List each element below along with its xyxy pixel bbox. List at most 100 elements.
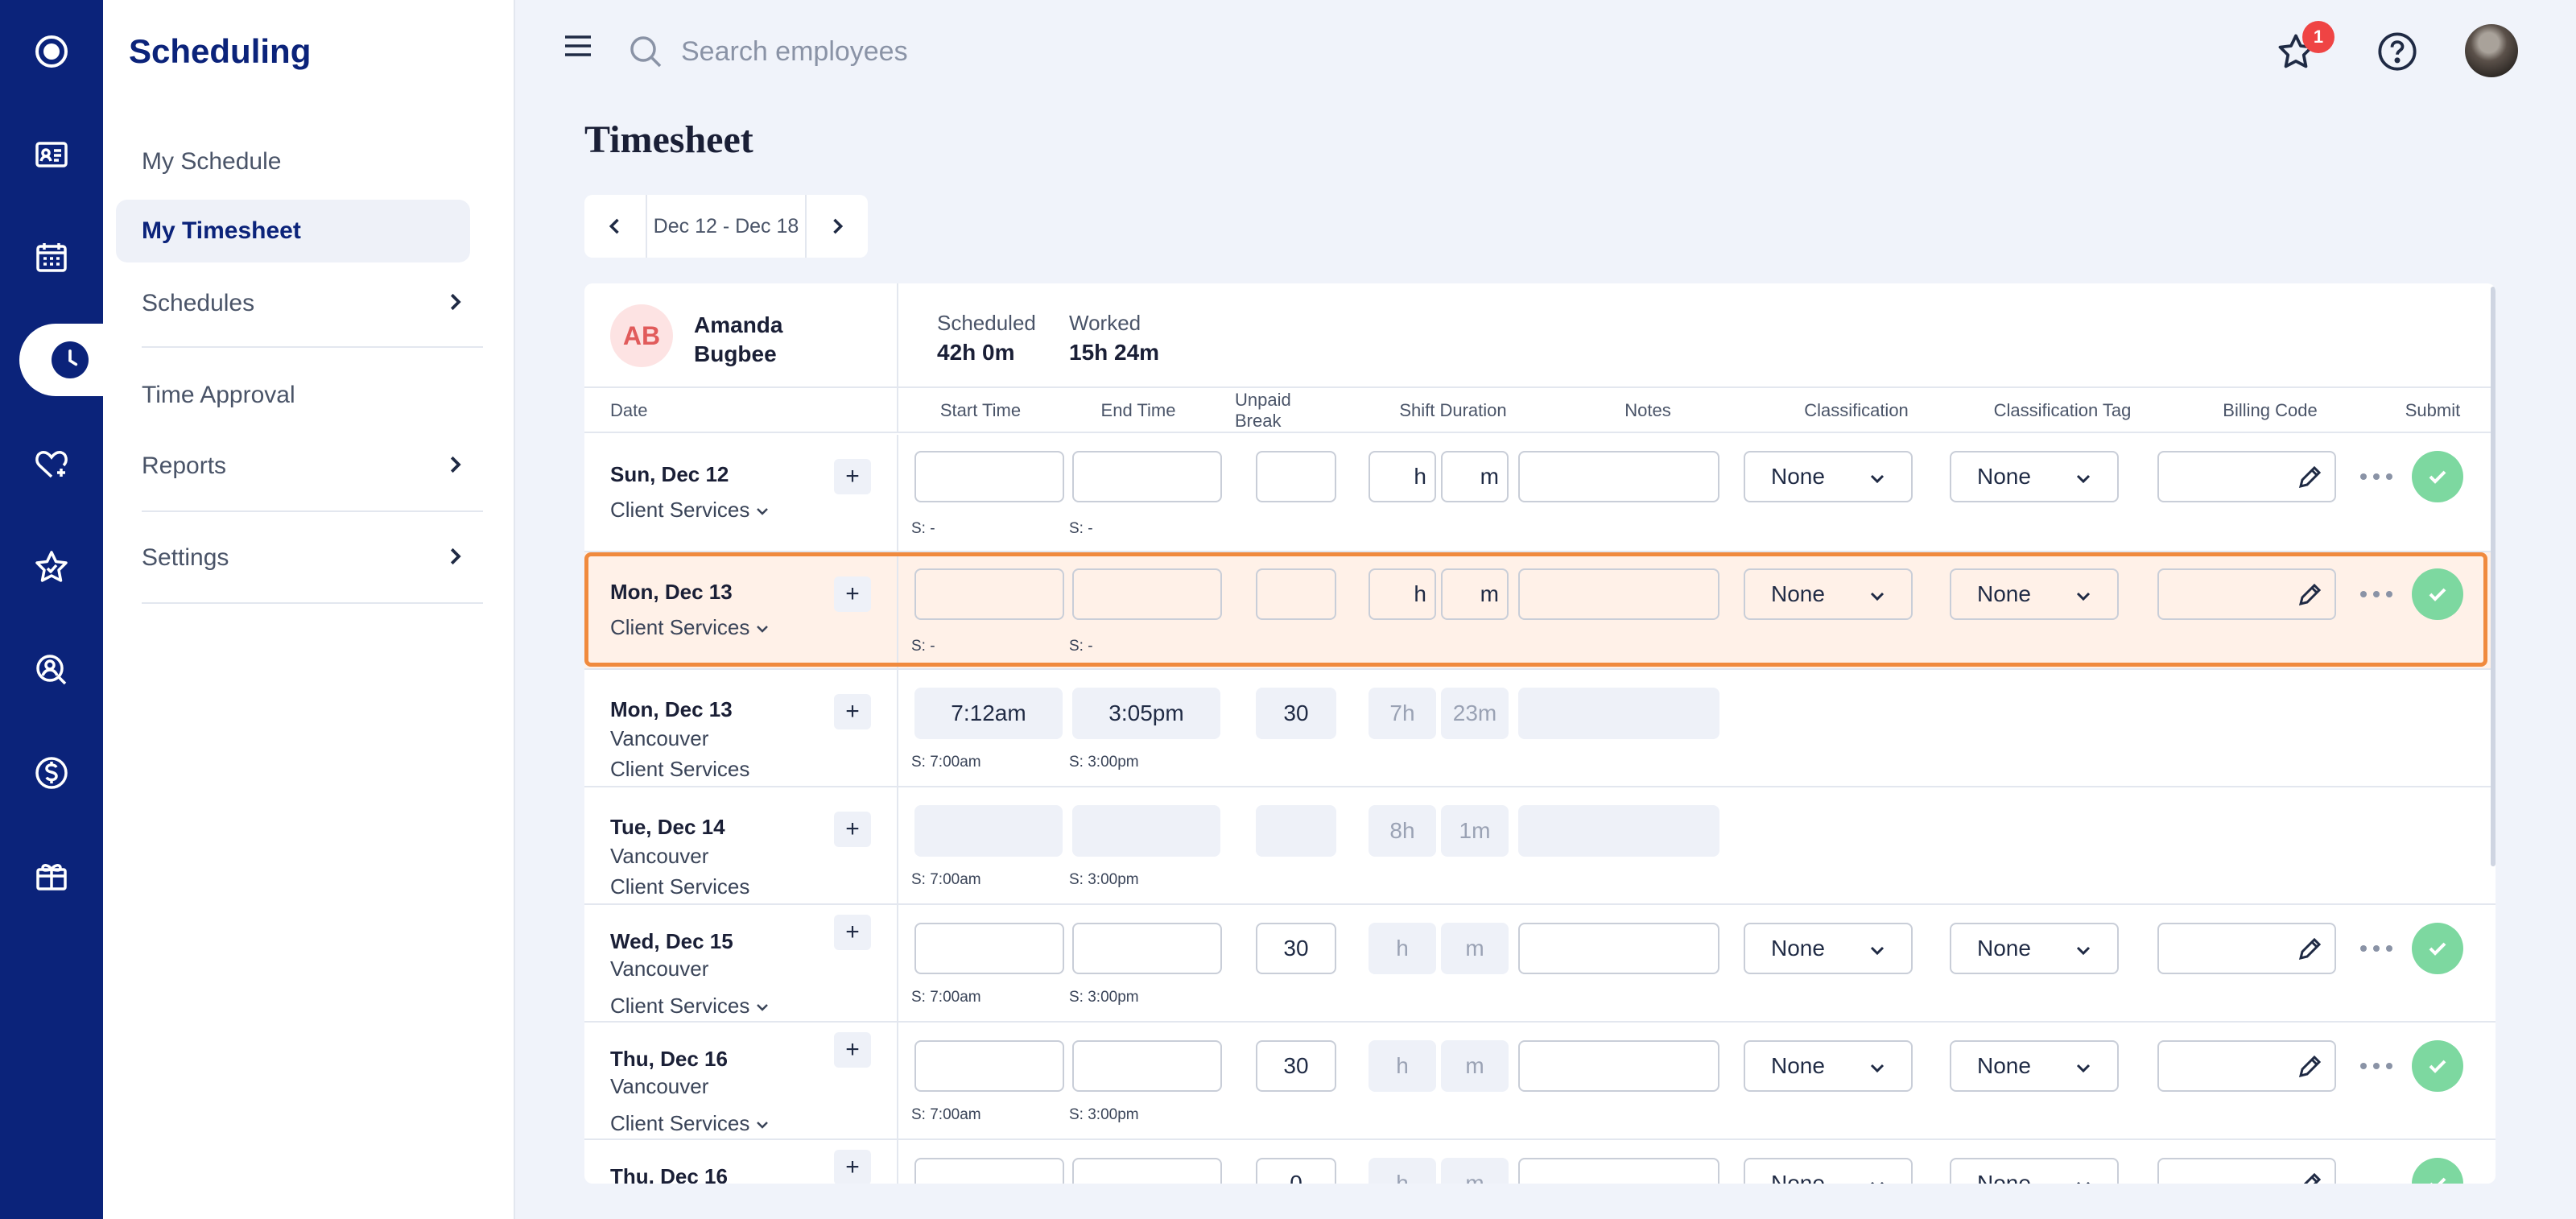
checkmark-icon (2429, 1060, 2446, 1073)
user-search-icon[interactable] (0, 630, 103, 710)
duration-hours-value: 7h (1368, 688, 1436, 739)
start-time-input[interactable] (914, 923, 1064, 974)
start-time-input[interactable] (914, 1158, 1064, 1184)
unpaid-break-input[interactable] (1256, 451, 1336, 502)
add-shift-button[interactable]: + (834, 812, 871, 847)
dollar-icon[interactable] (0, 733, 103, 813)
clock-icon[interactable] (52, 341, 89, 378)
notes-input[interactable] (1518, 923, 1719, 974)
checkmark-icon (2429, 942, 2446, 956)
add-shift-button[interactable]: + (834, 459, 871, 494)
unpaid-break-input[interactable]: 30 (1256, 1040, 1336, 1092)
duration-hours-input[interactable]: h (1368, 451, 1436, 502)
add-shift-button[interactable]: + (834, 915, 871, 950)
logo-icon[interactable] (0, 11, 103, 92)
end-time-input[interactable] (1072, 451, 1222, 502)
start-time-input[interactable] (914, 1040, 1064, 1092)
sidebar-item-my-timesheet[interactable]: My Timesheet (116, 200, 470, 262)
chevron-down-icon (2077, 1181, 2090, 1184)
classification-select[interactable]: None (1744, 1040, 1913, 1092)
classification-select[interactable]: None (1744, 1158, 1913, 1184)
pencil-icon[interactable] (2296, 1171, 2323, 1184)
notes-input[interactable] (1518, 451, 1719, 502)
table-row: Wed, Dec 15 Vancouver Client Services + … (584, 905, 2496, 1023)
notes-input[interactable] (1518, 1040, 1719, 1092)
pencil-icon[interactable] (2296, 581, 2323, 609)
department-dropdown[interactable]: Client Services (610, 615, 770, 640)
date-range-label[interactable]: Dec 12 - Dec 18 (646, 195, 807, 258)
start-time-input[interactable] (914, 451, 1064, 502)
submit-button[interactable] (2412, 1158, 2463, 1184)
department-dropdown[interactable]: Client Services (610, 498, 770, 523)
end-time-input[interactable] (1072, 568, 1222, 620)
prev-week-button[interactable] (584, 195, 646, 258)
sidebar-item-time-approval[interactable]: Time Approval (116, 364, 470, 427)
user-avatar[interactable] (2465, 24, 2518, 77)
pencil-icon[interactable] (2296, 464, 2323, 491)
id-card-icon[interactable] (0, 114, 103, 195)
classification-tag-select[interactable]: None (1950, 451, 2119, 502)
help-icon[interactable] (2376, 31, 2418, 72)
add-shift-button[interactable]: + (834, 1150, 871, 1184)
end-time-input[interactable] (1072, 1040, 1222, 1092)
notes-input[interactable] (1518, 1158, 1719, 1184)
star-icon[interactable] (0, 527, 103, 607)
add-shift-button[interactable]: + (834, 576, 871, 612)
submit-button[interactable] (2412, 923, 2463, 974)
notes-value (1518, 805, 1719, 857)
end-time-input[interactable] (1072, 1158, 1222, 1184)
more-options-icon[interactable] (2360, 589, 2392, 599)
row-date: Mon, Dec 13 (610, 697, 733, 721)
gift-box-icon[interactable] (0, 836, 103, 916)
duration-minutes-input[interactable]: m (1441, 568, 1509, 620)
col-billing-code: Billing Code (2223, 400, 2318, 420)
classification-select[interactable]: None (1744, 923, 1913, 974)
submit-button[interactable] (2412, 568, 2463, 620)
employee-header: AB Amanda Bugbee Scheduled 42h 0m Worked… (584, 283, 2496, 388)
billing-code-input[interactable] (2157, 451, 2336, 502)
scrollbar[interactable] (2491, 287, 2496, 866)
end-time-input[interactable] (1072, 923, 1222, 974)
classification-select[interactable]: None (1744, 451, 1913, 502)
billing-code-input[interactable] (2157, 568, 2336, 620)
more-options-icon[interactable] (2360, 944, 2392, 953)
submit-button[interactable] (2412, 451, 2463, 502)
duration-hours-value: h (1368, 1040, 1436, 1092)
more-options-icon[interactable] (2360, 1061, 2392, 1071)
sidebar-item-my-schedule[interactable]: My Schedule (116, 130, 470, 193)
calendar-icon[interactable] (0, 217, 103, 298)
start-time-input[interactable] (914, 568, 1064, 620)
department-dropdown[interactable]: Client Services (610, 994, 770, 1019)
submit-button[interactable] (2412, 1040, 2463, 1092)
notes-input[interactable] (1518, 568, 1719, 620)
department-dropdown[interactable]: Client Services (610, 1111, 770, 1136)
sidebar-item-settings[interactable]: Settings (116, 527, 470, 589)
scheduled-start-hint: S: - (911, 638, 935, 655)
next-week-button[interactable] (807, 195, 868, 258)
billing-code-input[interactable] (2157, 1040, 2336, 1092)
add-shift-button[interactable]: + (834, 694, 871, 729)
classification-tag-select[interactable]: None (1950, 923, 2119, 974)
search-input[interactable] (681, 31, 1245, 72)
classification-select[interactable]: None (1744, 568, 1913, 620)
row-location: Vancouver (610, 844, 709, 868)
classification-tag-select[interactable]: None (1950, 568, 2119, 620)
unpaid-break-input[interactable]: 30 (1256, 923, 1336, 974)
unpaid-break-input[interactable]: 0 (1256, 1158, 1336, 1184)
menu-icon[interactable] (564, 34, 592, 58)
sidebar-item-schedules[interactable]: Schedules (116, 272, 470, 335)
pencil-icon[interactable] (2296, 1053, 2323, 1081)
unpaid-break-input[interactable] (1256, 568, 1336, 620)
heart-plus-icon[interactable] (0, 424, 103, 504)
add-shift-button[interactable]: + (834, 1032, 871, 1068)
sidebar-item-reports[interactable]: Reports (116, 435, 470, 498)
pencil-icon[interactable] (2296, 936, 2323, 963)
billing-code-input[interactable] (2157, 1158, 2336, 1184)
classification-tag-select[interactable]: None (1950, 1158, 2119, 1184)
billing-code-input[interactable] (2157, 923, 2336, 974)
duration-hours-input[interactable]: h (1368, 568, 1436, 620)
classification-tag-select[interactable]: None (1950, 1040, 2119, 1092)
duration-minutes-input[interactable]: m (1441, 451, 1509, 502)
date-navigator: Dec 12 - Dec 18 (584, 195, 868, 258)
more-options-icon[interactable] (2360, 472, 2392, 481)
